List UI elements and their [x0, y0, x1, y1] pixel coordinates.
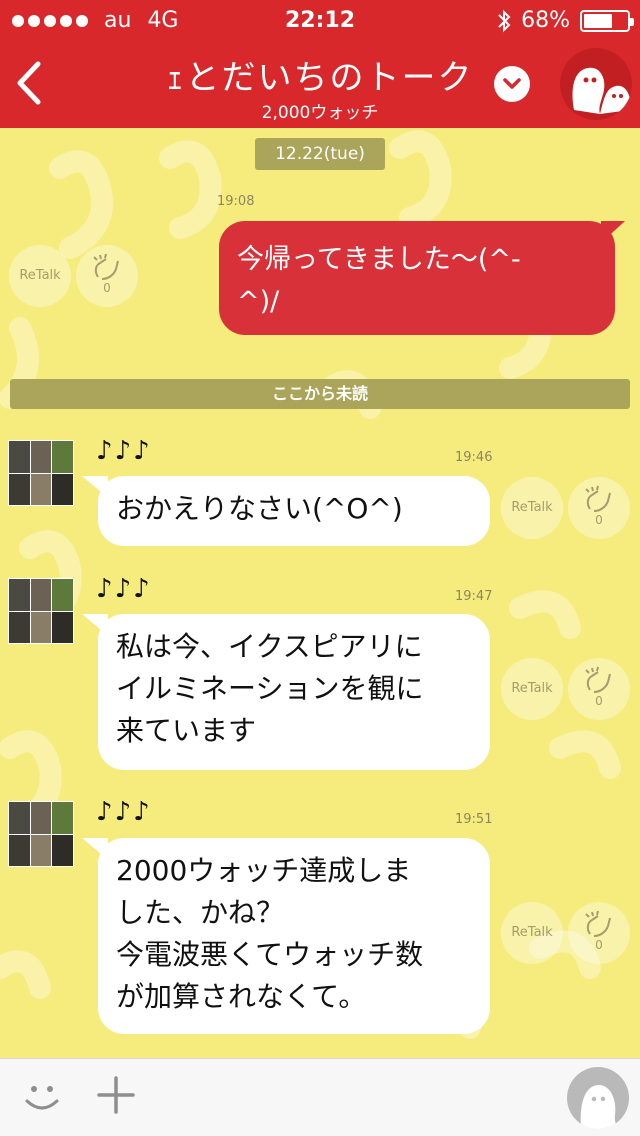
ghost-icon — [572, 67, 631, 114]
ghost-icon — [580, 1085, 621, 1129]
clap-button[interactable]: 0 — [568, 477, 630, 539]
clap-count: 0 — [595, 694, 603, 708]
sender-name: ♪♪♪ — [96, 797, 152, 827]
clap-count: 0 — [103, 281, 111, 295]
dropdown-button[interactable] — [494, 66, 530, 102]
retalk-button[interactable]: ReTalk — [501, 902, 563, 964]
battery-percent: 68% — [521, 8, 570, 33]
message-text-line: 今電波悪くてウォッチ数 — [116, 938, 424, 971]
plus-icon[interactable] — [96, 1075, 136, 1115]
sender-name: ♪♪♪ — [96, 574, 152, 604]
incoming-message-bubble[interactable]: 2000ウォッチ達成しま した、かね？ 今電波悪くてウォッチ数 が加算されなくて… — [82, 838, 490, 1034]
chevron-down-icon — [503, 78, 521, 89]
message-text-line: が加算されなくて。 — [116, 980, 367, 1013]
message-time: 19:51 — [455, 812, 493, 827]
clap-count: 0 — [595, 513, 603, 527]
retalk-button[interactable]: ReTalk — [501, 658, 563, 720]
sender-name: ♪♪♪ — [96, 436, 152, 466]
clap-count: 0 — [595, 938, 603, 952]
clap-icon — [585, 910, 611, 937]
avatar[interactable] — [8, 578, 74, 644]
message-time: 19:08 — [217, 194, 255, 209]
clap-icon — [93, 253, 119, 280]
message-text-line: イルミネーションを観に — [116, 672, 424, 705]
message-text-line: した、かね？ — [116, 896, 285, 929]
outgoing-message-bubble[interactable]: 今帰ってきました〜(^- ^)/ — [219, 221, 625, 335]
incoming-message-bubble[interactable]: 私は今、イクスピアリに イルミネーションを観に 来ています — [82, 614, 490, 770]
avatar[interactable] — [8, 801, 74, 867]
message-text-line: おかえりなさい(^O^) — [116, 492, 403, 525]
bluetooth-icon — [498, 9, 511, 32]
smiley-icon[interactable] — [22, 1077, 62, 1117]
avatar[interactable] — [8, 440, 74, 506]
message-text-line: 2000ウォッチ達成しま — [116, 854, 412, 887]
clap-icon — [585, 666, 611, 693]
message-time: 19:47 — [455, 589, 493, 604]
message-text-line: 来ています — [116, 714, 257, 747]
date-divider: 12.22(tue) — [255, 138, 385, 170]
message-text-line: ^)/ — [237, 286, 280, 317]
incoming-message-bubble[interactable]: おかえりなさい(^O^) — [82, 476, 490, 546]
unread-divider: ここから未読 — [10, 379, 630, 409]
watch-count: 2,000ウォッチ — [261, 103, 379, 123]
clap-button[interactable]: 0 — [76, 245, 138, 307]
ghost-mascot-button[interactable] — [560, 48, 632, 120]
clap-button[interactable]: 0 — [568, 658, 630, 720]
retalk-button[interactable]: ReTalk — [9, 245, 71, 307]
clap-icon — [585, 485, 611, 512]
message-text-line: 私は今、イクスピアリに — [116, 630, 423, 663]
back-icon[interactable] — [10, 58, 50, 108]
message-text-line: 今帰ってきました〜(^- — [237, 244, 521, 275]
battery-icon — [580, 9, 634, 32]
header: au 4G 22:12 68% ｪとだいちのトーク 2,000ウォッチ — [0, 0, 640, 128]
input-toolbar — [0, 1058, 640, 1136]
message-time: 19:46 — [455, 450, 493, 465]
clap-button[interactable]: 0 — [568, 902, 630, 964]
retalk-button[interactable]: ReTalk — [501, 477, 563, 539]
page-title: ｪとだいちのトーク — [166, 58, 474, 98]
ghost-mascot-button[interactable] — [567, 1067, 629, 1129]
status-bar: au 4G 22:12 68% — [0, 0, 640, 40]
